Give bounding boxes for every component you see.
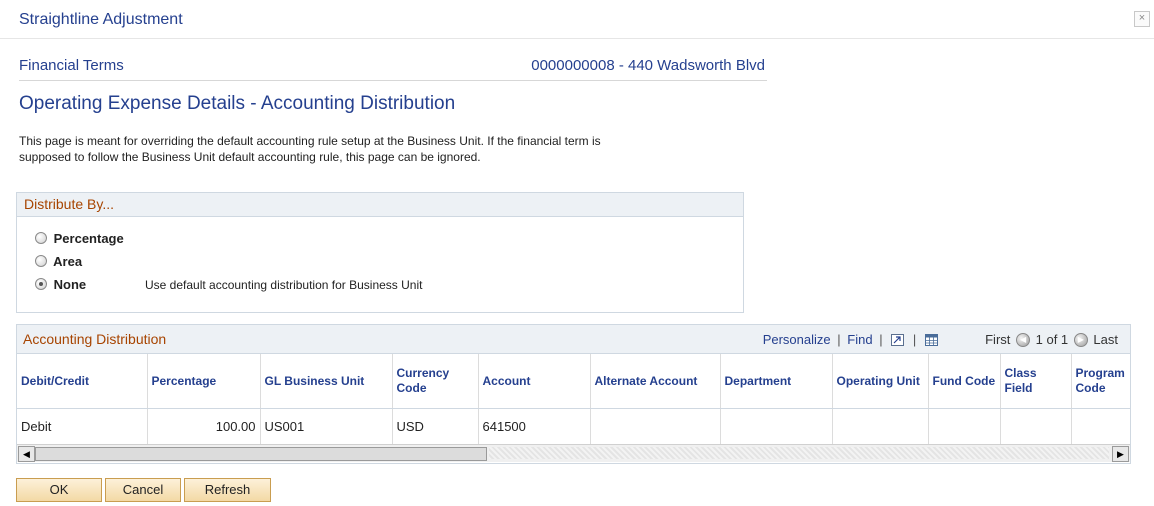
- column-header[interactable]: Alternate Account: [590, 354, 721, 409]
- column-header[interactable]: Account: [478, 354, 591, 409]
- radio-label-none: None: [53, 277, 87, 292]
- table-cell: [1000, 408, 1072, 445]
- find-link[interactable]: Find: [847, 332, 872, 347]
- previous-arrow-icon[interactable]: ◀: [1016, 332, 1031, 347]
- radio-button-icon[interactable]: [35, 254, 47, 267]
- table-cell: [928, 408, 1001, 445]
- radio-area[interactable]: Area: [35, 254, 82, 269]
- table-cell: [832, 408, 929, 445]
- horizontal-scrollbar[interactable]: ◀ ▶: [17, 444, 1130, 462]
- refresh-button[interactable]: Refresh: [184, 478, 271, 502]
- distribute-by-group: Distribute By... Percentage Area None Us…: [16, 192, 744, 313]
- grid-navigation: Personalize | Find | | First ◀ 1 of 1 ▶ …: [763, 332, 1118, 348]
- table-cell: [590, 408, 721, 445]
- close-icon[interactable]: ×: [1134, 11, 1150, 27]
- grid-header: Accounting Distribution Personalize | Fi…: [17, 325, 1130, 354]
- table-cell: US001: [260, 408, 393, 445]
- radio-button-checked-icon[interactable]: [35, 277, 47, 290]
- financial-terms-header: Financial Terms 0000000008 - 440 Wadswor…: [19, 54, 767, 81]
- accounting-distribution-grid: Accounting Distribution Personalize | Fi…: [16, 324, 1131, 464]
- next-arrow-icon[interactable]: ▶: [1073, 332, 1088, 347]
- table-cell: 641500: [478, 408, 591, 445]
- distribute-by-title: Distribute By...: [17, 193, 743, 217]
- dialog-title: Straightline Adjustment: [19, 11, 183, 28]
- column-header[interactable]: Operating Unit: [832, 354, 929, 409]
- radio-percentage[interactable]: Percentage: [35, 231, 124, 246]
- separator: |: [837, 332, 841, 347]
- column-header[interactable]: Debit/Credit: [17, 354, 148, 409]
- column-header[interactable]: GL Business Unit: [260, 354, 393, 409]
- page-info: 1 of 1: [1035, 332, 1069, 347]
- radio-label-area: Area: [53, 254, 83, 269]
- separator: |: [879, 332, 883, 347]
- table-cell: [1071, 408, 1130, 445]
- financial-terms-label: Financial Terms: [19, 57, 124, 74]
- intro-text: This page is meant for overriding the de…: [19, 134, 601, 164]
- none-description: Use default accounting distribution for …: [145, 278, 423, 292]
- zoom-icon[interactable]: [891, 333, 905, 346]
- separator: |: [912, 332, 917, 347]
- radio-button-icon[interactable]: [35, 231, 47, 244]
- table-cell: [720, 408, 833, 445]
- column-header[interactable]: Program Code: [1071, 354, 1130, 409]
- table-cell: USD: [392, 408, 479, 445]
- table-cell: 100.00: [147, 408, 261, 445]
- column-header[interactable]: Department: [720, 354, 833, 409]
- table-header-row: Debit/Credit Percentage GL Business Unit…: [17, 354, 1130, 409]
- grid-title: Accounting Distribution: [23, 331, 167, 347]
- personalize-link[interactable]: Personalize: [763, 332, 831, 347]
- column-header[interactable]: Percentage: [147, 354, 261, 409]
- download-grid-icon[interactable]: [924, 333, 938, 346]
- cancel-button[interactable]: Cancel: [105, 478, 181, 502]
- scroll-right-icon[interactable]: ▶: [1112, 446, 1129, 462]
- page-title: Operating Expense Details - Accounting D…: [19, 93, 456, 114]
- table-row: Debit 100.00 US001 USD 641500: [17, 408, 1130, 445]
- column-header[interactable]: Class Field: [1000, 354, 1072, 409]
- column-header[interactable]: Currency Code: [392, 354, 479, 409]
- radio-label-percentage: Percentage: [53, 231, 124, 246]
- scroll-left-icon[interactable]: ◀: [18, 446, 35, 462]
- last-label: Last: [1093, 332, 1118, 347]
- ok-button[interactable]: OK: [16, 478, 102, 502]
- scrollbar-thumb[interactable]: [35, 447, 487, 461]
- dialog-titlebar: Straightline Adjustment ×: [0, 0, 1154, 39]
- first-label: First: [985, 332, 1011, 347]
- scrollbar-track[interactable]: [489, 447, 1109, 459]
- property-id-label: 0000000008 - 440 Wadsworth Blvd: [531, 57, 765, 74]
- distribution-table: Debit/Credit Percentage GL Business Unit…: [17, 354, 1130, 445]
- table-cell: Debit: [17, 408, 148, 445]
- radio-none[interactable]: None Use default accounting distribution…: [35, 277, 422, 292]
- column-header[interactable]: Fund Code: [928, 354, 1001, 409]
